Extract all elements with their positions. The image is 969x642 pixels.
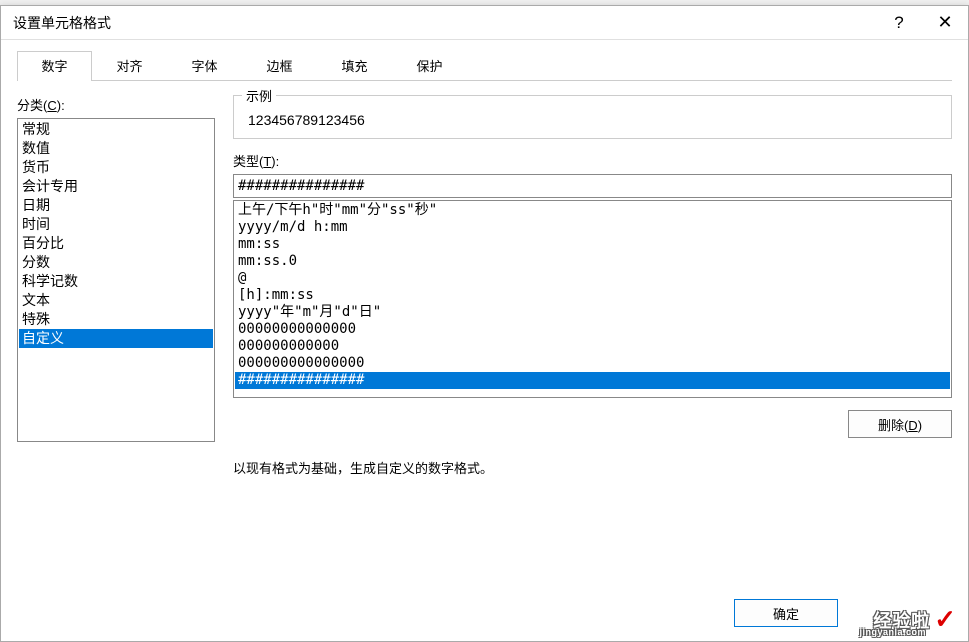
category-item[interactable]: 货币 bbox=[19, 158, 213, 177]
sample-legend: 示例 bbox=[242, 86, 276, 105]
type-item[interactable]: mm:ss.0 bbox=[235, 253, 950, 270]
hint-text: 以现有格式为基础，生成自定义的数字格式。 bbox=[233, 458, 952, 477]
watermark-sub: jingyanla.com bbox=[859, 627, 926, 637]
category-item[interactable]: 分数 bbox=[19, 253, 213, 272]
type-label: 类型(T): bbox=[233, 151, 952, 170]
tab-3[interactable]: 边框 bbox=[242, 51, 317, 81]
type-item[interactable]: 00000000000000 bbox=[235, 321, 950, 338]
type-item[interactable]: yyyy"年"m"月"d"日" bbox=[235, 304, 950, 321]
type-item[interactable]: 000000000000 bbox=[235, 338, 950, 355]
type-item[interactable]: yyyy/m/d h:mm bbox=[235, 219, 950, 236]
dialog-title: 设置单元格格式 bbox=[13, 13, 111, 33]
tab-2[interactable]: 字体 bbox=[167, 51, 242, 81]
category-item[interactable]: 特殊 bbox=[19, 310, 213, 329]
category-item[interactable]: 日期 bbox=[19, 196, 213, 215]
type-item[interactable]: 000000000000000 bbox=[235, 355, 950, 372]
titlebar-buttons: ? ✕ bbox=[876, 6, 968, 39]
tab-4[interactable]: 填充 bbox=[317, 51, 392, 81]
delete-row: 删除(D) bbox=[233, 410, 952, 438]
category-column: 分类(C): 常规数值货币会计专用日期时间百分比分数科学记数文本特殊自定义 bbox=[17, 95, 215, 477]
sample-value: 123456789123456 bbox=[246, 106, 941, 128]
detail-column: 示例 123456789123456 类型(T): 上午/下午h"时"mm"分"… bbox=[233, 95, 952, 477]
format-cells-dialog: 设置单元格格式 ? ✕ 数字对齐字体边框填充保护 分类(C): 常规数值货币会计… bbox=[0, 5, 969, 642]
category-label: 分类(C): bbox=[17, 95, 215, 114]
titlebar: 设置单元格格式 ? ✕ bbox=[1, 6, 968, 40]
type-input[interactable] bbox=[233, 174, 952, 198]
tab-0[interactable]: 数字 bbox=[17, 51, 92, 81]
sample-box: 示例 123456789123456 bbox=[233, 95, 952, 139]
category-listbox[interactable]: 常规数值货币会计专用日期时间百分比分数科学记数文本特殊自定义 bbox=[17, 118, 215, 442]
ok-button[interactable]: 确定 bbox=[734, 599, 838, 627]
bottom-bar: 确定 取消 bbox=[734, 599, 952, 627]
type-item[interactable]: ############### bbox=[235, 372, 950, 389]
dialog-content: 数字对齐字体边框填充保护 分类(C): 常规数值货币会计专用日期时间百分比分数科… bbox=[1, 40, 968, 493]
delete-button[interactable]: 删除(D) bbox=[848, 410, 952, 438]
category-item[interactable]: 百分比 bbox=[19, 234, 213, 253]
category-item[interactable]: 时间 bbox=[19, 215, 213, 234]
category-item[interactable]: 文本 bbox=[19, 291, 213, 310]
type-listbox[interactable]: 上午/下午h"时"mm"分"ss"秒"yyyy/m/d h:mmmm:ssmm:… bbox=[233, 200, 952, 398]
category-item[interactable]: 会计专用 bbox=[19, 177, 213, 196]
category-item[interactable]: 常规 bbox=[19, 120, 213, 139]
type-item[interactable]: [h]:mm:ss bbox=[235, 287, 950, 304]
close-button[interactable]: ✕ bbox=[922, 6, 968, 39]
tab-5[interactable]: 保护 bbox=[392, 51, 467, 81]
category-item[interactable]: 数值 bbox=[19, 139, 213, 158]
dialog-body: 分类(C): 常规数值货币会计专用日期时间百分比分数科学记数文本特殊自定义 示例… bbox=[17, 95, 952, 477]
tab-1[interactable]: 对齐 bbox=[92, 51, 167, 81]
tab-bar: 数字对齐字体边框填充保护 bbox=[17, 50, 952, 81]
help-button[interactable]: ? bbox=[876, 6, 922, 39]
category-item[interactable]: 科学记数 bbox=[19, 272, 213, 291]
type-item[interactable]: 上午/下午h"时"mm"分"ss"秒" bbox=[235, 202, 950, 219]
type-item[interactable]: mm:ss bbox=[235, 236, 950, 253]
category-item[interactable]: 自定义 bbox=[19, 329, 213, 348]
type-item[interactable]: @ bbox=[235, 270, 950, 287]
